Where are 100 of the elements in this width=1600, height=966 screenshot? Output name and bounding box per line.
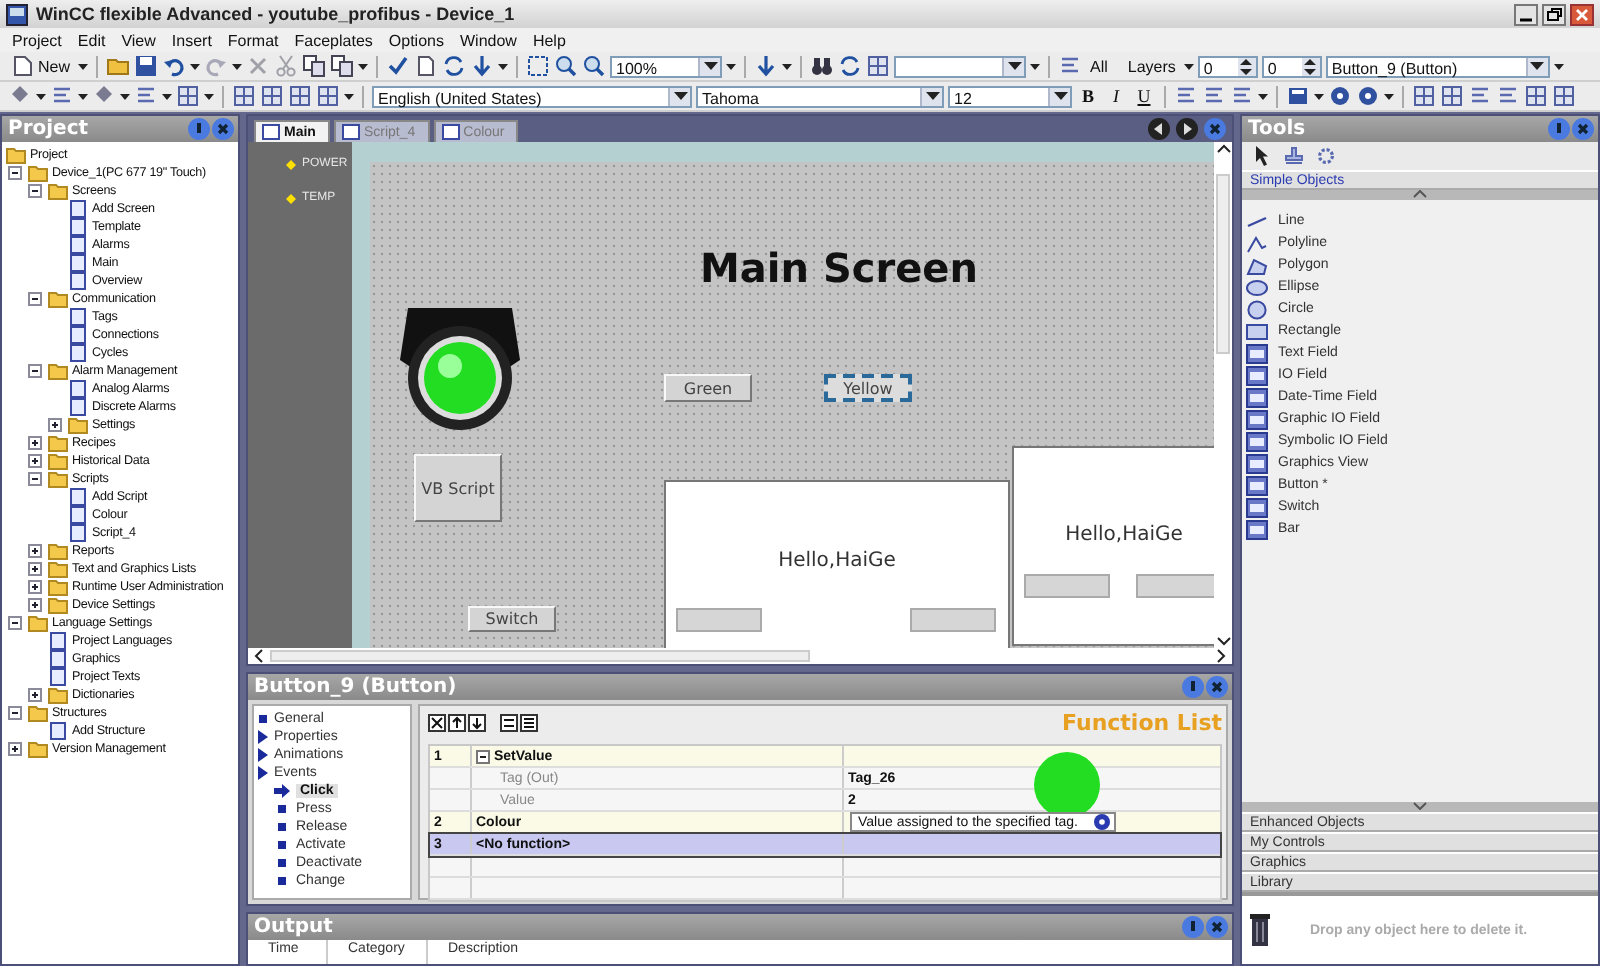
close-icon[interactable] [1206, 676, 1228, 698]
grid-icon[interactable] [288, 84, 312, 108]
grid-icon[interactable] [232, 84, 256, 108]
align-icon[interactable] [1468, 84, 1492, 108]
menu-item[interactable]: Window [451, 31, 525, 49]
align-icon[interactable] [1174, 84, 1198, 108]
horizontal-scrollbar[interactable] [248, 648, 1232, 664]
gear-icon[interactable] [1316, 146, 1336, 166]
object-dropdown[interactable]: Button_9 (Button) [1325, 55, 1550, 77]
caret-icon[interactable] [36, 93, 46, 99]
expander-icon[interactable] [8, 742, 22, 756]
expander-icon[interactable] [48, 418, 62, 432]
expander-icon[interactable] [28, 598, 42, 612]
spin-arrows-icon[interactable] [1304, 57, 1317, 75]
expander-icon[interactable] [28, 454, 42, 468]
pin-icon[interactable] [1548, 118, 1570, 140]
check-icon[interactable] [386, 54, 411, 78]
font-dropdown[interactable]: Tahoma [696, 85, 944, 107]
menu-item[interactable]: Format [219, 31, 287, 49]
menu-item[interactable]: Edit [69, 31, 114, 49]
pointer-icon[interactable] [1254, 146, 1272, 166]
caret-icon[interactable] [1314, 93, 1324, 99]
expander-icon[interactable] [28, 544, 42, 558]
copy-icon[interactable] [302, 54, 327, 78]
chevron-right-icon[interactable] [1216, 648, 1228, 664]
chevron-left-icon[interactable] [252, 648, 264, 664]
layer-spinbox[interactable]: 0 [1197, 55, 1258, 77]
italic-button[interactable]: I [1104, 84, 1128, 108]
menu-item[interactable]: Project [4, 31, 70, 49]
down-arrow-icon[interactable] [468, 714, 486, 732]
caret-icon[interactable] [1053, 92, 1067, 100]
caret-icon[interactable] [204, 93, 214, 99]
chevron-down-icon[interactable] [1215, 636, 1231, 648]
copy-icon[interactable] [330, 54, 355, 78]
down-arrow-icon[interactable] [754, 54, 779, 78]
minimize-icon[interactable] [1514, 3, 1538, 25]
align-icon[interactable] [1058, 54, 1083, 78]
caret-icon[interactable] [162, 93, 172, 99]
caret-icon[interactable] [232, 63, 243, 69]
stamp-icon[interactable] [1284, 146, 1304, 166]
screen-window[interactable]: Hello,HaiGe [1012, 446, 1214, 646]
grid-icon[interactable] [866, 54, 891, 78]
book-icon[interactable] [1286, 84, 1310, 108]
grid-icon[interactable] [316, 84, 340, 108]
caret-icon[interactable] [358, 63, 369, 69]
grid-icon[interactable] [1412, 84, 1436, 108]
expander-icon[interactable] [8, 616, 22, 630]
pin-icon[interactable] [1182, 676, 1204, 698]
grid-icon[interactable] [1552, 84, 1576, 108]
caret-icon[interactable] [1384, 93, 1394, 99]
close-icon[interactable] [1204, 118, 1226, 140]
all-button[interactable]: All [1086, 57, 1112, 75]
expander-icon[interactable] [8, 706, 22, 720]
chevron-up-icon[interactable] [1215, 142, 1231, 154]
font-size-dropdown[interactable]: 12 [948, 85, 1072, 107]
screen-button[interactable]: VB Script [414, 454, 502, 522]
expander-icon[interactable] [8, 166, 22, 180]
down-arrow-icon[interactable] [470, 54, 495, 78]
expander-icon[interactable] [28, 472, 42, 486]
menu-item[interactable]: Faceplates [286, 31, 381, 49]
restore-icon[interactable] [1542, 3, 1566, 25]
spin-arrows-icon[interactable] [1240, 57, 1253, 75]
close-icon[interactable] [212, 118, 234, 140]
screen-button[interactable]: Switch [468, 606, 556, 632]
language-dropdown[interactable]: English (United States) [372, 85, 692, 107]
pin-icon[interactable] [188, 118, 210, 140]
sync-icon[interactable] [838, 54, 863, 78]
grid-icon[interactable] [1524, 84, 1548, 108]
indent-icon[interactable] [500, 714, 518, 732]
grid-icon[interactable] [1440, 84, 1464, 108]
align-icon[interactable] [50, 84, 74, 108]
zoom-dropdown[interactable]: 100% [610, 55, 723, 77]
pin-icon[interactable] [1182, 916, 1204, 938]
screen-window[interactable]: Hello,HaiGe [664, 480, 1010, 648]
caret-icon[interactable] [344, 93, 354, 99]
expander-icon[interactable] [28, 364, 42, 378]
scroll-thumb[interactable] [1216, 174, 1230, 354]
caret-icon[interactable] [925, 92, 939, 100]
up-arrow-icon[interactable] [448, 714, 466, 732]
scroll-thumb[interactable] [270, 650, 810, 662]
underline-button[interactable]: U [1132, 84, 1156, 108]
save-icon[interactable] [134, 54, 159, 78]
grid-icon[interactable] [176, 84, 200, 108]
zoom-icon[interactable] [582, 54, 607, 78]
frame-icon[interactable] [526, 54, 551, 78]
menu-item[interactable]: Help [524, 31, 574, 49]
menu-item[interactable]: Insert [163, 31, 220, 49]
caret-icon[interactable] [120, 93, 130, 99]
expander-icon[interactable] [28, 292, 42, 306]
caret-icon[interactable] [1183, 63, 1194, 69]
close-icon[interactable] [1206, 916, 1228, 938]
new-button[interactable]: New [8, 54, 75, 78]
expander-icon[interactable] [28, 580, 42, 594]
menu-item[interactable]: View [113, 31, 164, 49]
layers-button[interactable]: Layers [1123, 57, 1180, 75]
expander-icon[interactable] [28, 184, 42, 198]
caret-icon[interactable] [782, 63, 793, 69]
caret-icon[interactable] [673, 92, 687, 100]
align-icon[interactable] [1202, 84, 1226, 108]
grid-icon[interactable] [260, 84, 284, 108]
